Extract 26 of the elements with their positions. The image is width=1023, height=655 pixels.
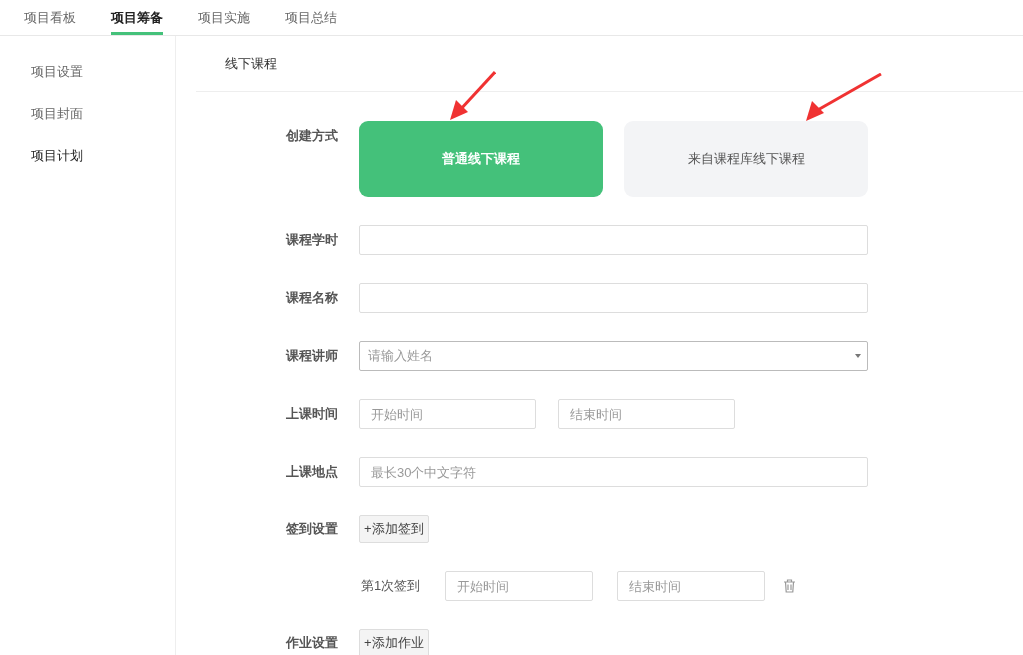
- select-placeholder: 请输入姓名: [368, 347, 433, 365]
- field-label: 课程学时: [284, 231, 338, 249]
- signin-label: 第1次签到: [361, 577, 421, 595]
- nav-tab[interactable]: 项目实施: [198, 0, 250, 35]
- start-time-field[interactable]: 开始时间: [359, 399, 536, 429]
- field-label: 课程名称: [284, 289, 338, 307]
- sidebar-item[interactable]: 项目封面: [0, 104, 175, 123]
- nav-tab[interactable]: 项目看板: [24, 0, 76, 35]
- section-title: 线下课程: [225, 54, 277, 73]
- field-label: 作业设置: [284, 634, 338, 652]
- field-label: 课程讲师: [284, 347, 338, 365]
- option-card[interactable]: 来自课程库线下课程: [624, 121, 868, 197]
- add-button[interactable]: +添加作业: [359, 629, 429, 655]
- add-button[interactable]: +添加签到: [359, 515, 429, 543]
- sidebar-item[interactable]: 项目计划: [0, 146, 175, 165]
- nav-tab[interactable]: 项目筹备: [111, 0, 163, 35]
- end-time-field[interactable]: 结束时间: [558, 399, 735, 429]
- field-label: 上课地点: [285, 463, 338, 481]
- start-time-field[interactable]: 开始时间: [445, 571, 593, 601]
- nav-tab[interactable]: 项目总结: [285, 0, 337, 35]
- sidebar-item[interactable]: 项目设置: [0, 62, 175, 81]
- input-field[interactable]: 最长30个中文字符: [359, 457, 868, 487]
- field-label: 上课时间: [285, 405, 338, 423]
- field-label: 创建方式: [285, 127, 338, 145]
- field-label: 签到设置: [285, 520, 338, 538]
- end-time-field[interactable]: 结束时间: [617, 571, 765, 601]
